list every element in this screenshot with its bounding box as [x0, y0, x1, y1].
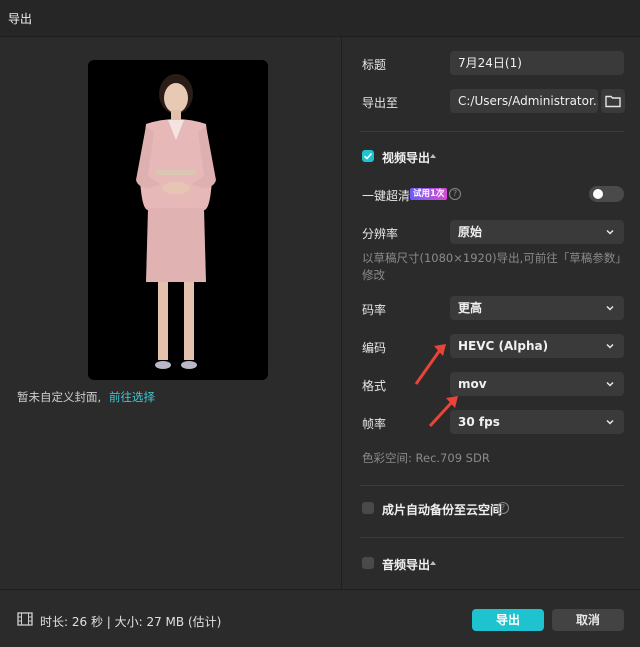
browse-folder-button[interactable] — [601, 89, 625, 113]
export-to-label: 导出至 — [362, 96, 399, 110]
film-icon — [17, 612, 33, 626]
codec-label: 编码 — [362, 341, 387, 355]
format-label: 格式 — [362, 379, 387, 393]
export-button[interactable]: 导出 — [472, 609, 544, 631]
export-info: 时长: 26 秒 | 大小: 27 MB (估计) — [40, 615, 222, 629]
one-click-hd-toggle[interactable] — [589, 186, 624, 202]
panel-divider — [341, 37, 342, 589]
title-label: 标题 — [362, 58, 387, 72]
separator — [360, 485, 624, 486]
framerate-select[interactable]: 30 fps — [450, 410, 624, 434]
video-export-checkbox[interactable] — [362, 150, 374, 162]
resolution-value: 原始 — [458, 225, 483, 239]
format-select[interactable]: mov — [450, 372, 624, 396]
resolution-hint: 以草稿尺寸(1080×1920)导出,可前往「草稿参数」修改 — [362, 251, 627, 282]
one-click-hd-label: 一键超清 — [362, 189, 411, 203]
title-input[interactable]: 7月24日(1) — [450, 51, 624, 75]
cover-note: 暂未自定义封面, — [17, 390, 102, 404]
audio-export-checkbox[interactable] — [362, 557, 374, 569]
annotation-arrow-icon — [414, 344, 446, 385]
footer-divider — [0, 589, 640, 590]
checkmark-icon — [363, 152, 373, 160]
chevron-down-icon — [606, 343, 614, 349]
chevron-down-icon — [606, 305, 614, 311]
folder-icon — [605, 95, 621, 108]
trial-badge: 试用1次 — [410, 188, 448, 200]
choose-cover-link[interactable]: 前往选择 — [109, 389, 155, 405]
framerate-value: 30 fps — [458, 415, 500, 429]
framerate-label: 帧率 — [362, 417, 387, 431]
cancel-button[interactable]: 取消 — [552, 609, 624, 631]
chevron-down-icon — [606, 229, 614, 235]
cloud-backup-checkbox[interactable] — [362, 502, 374, 514]
export-path-input[interactable]: C:/Users/Administrator... — [450, 89, 598, 113]
resolution-label: 分辨率 — [362, 227, 399, 241]
caret-up-icon[interactable] — [430, 154, 436, 158]
video-preview — [88, 60, 268, 380]
caret-up-icon[interactable] — [430, 561, 436, 565]
format-value: mov — [458, 377, 487, 391]
help-icon[interactable]: ? — [497, 502, 509, 514]
bitrate-label: 码率 — [362, 303, 387, 317]
window-title: 导出 — [8, 12, 33, 26]
video-export-title: 视频导出 — [382, 151, 431, 165]
annotation-arrow-icon — [428, 396, 458, 428]
resolution-select[interactable]: 原始 — [450, 220, 624, 244]
separator — [360, 131, 624, 132]
avatar-figure-image — [136, 74, 216, 369]
cloud-backup-label: 成片自动备份至云空间 — [382, 503, 503, 517]
codec-select[interactable]: HEVC (Alpha) — [450, 334, 624, 358]
separator — [360, 537, 624, 538]
toggle-knob — [593, 189, 603, 199]
help-icon[interactable]: ? — [449, 188, 461, 200]
bitrate-select[interactable]: 更高 — [450, 296, 624, 320]
codec-value: HEVC (Alpha) — [458, 339, 549, 353]
audio-export-title: 音频导出 — [382, 558, 431, 572]
color-space-info: 色彩空间: Rec.709 SDR — [362, 451, 490, 465]
title-bar: 导出 — [0, 0, 640, 37]
chevron-down-icon — [606, 419, 614, 425]
bitrate-value: 更高 — [458, 301, 483, 315]
chevron-down-icon — [606, 381, 614, 387]
